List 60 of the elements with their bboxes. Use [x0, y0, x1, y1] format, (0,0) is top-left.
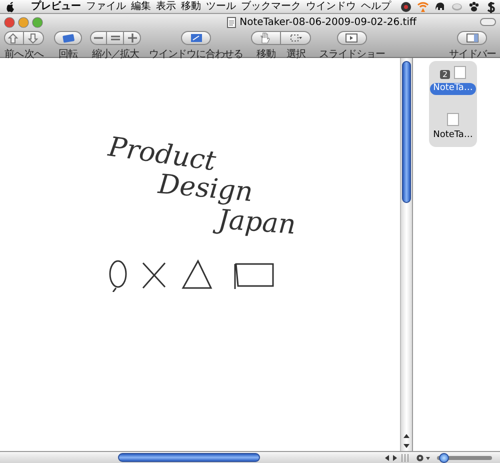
fit-window-icon [190, 32, 202, 44]
menu-item[interactable]: ウインドウ [306, 0, 356, 13]
toolbar-label: サイドバー [448, 49, 496, 60]
minimize-button[interactable] [18, 16, 29, 28]
menu-item[interactable]: ファイル [86, 0, 126, 13]
menu-item[interactable]: 編集 [131, 0, 151, 13]
record-icon[interactable] [400, 0, 412, 12]
apple-menu-icon[interactable] [5, 0, 15, 12]
close-button[interactable] [4, 16, 15, 28]
toolbar-label: 縮小／拡大 [92, 49, 139, 60]
zoom-button[interactable] [124, 31, 141, 45]
handwritten-text: Design [156, 168, 254, 208]
slideshow-icon [345, 32, 358, 44]
toolbar-button[interactable] [457, 31, 488, 45]
window-title: NoteTaker-08-06-2009-09-02-26.tiff [240, 16, 416, 28]
menu-item[interactable]: 移動 [181, 0, 201, 13]
menu-item[interactable]: ヘルプ [361, 0, 391, 13]
thumbnail-label[interactable]: NoteTa… [430, 130, 476, 142]
zoom-button[interactable] [107, 31, 124, 45]
scroll-right-icon[interactable] [391, 452, 399, 462]
toolbar-button[interactable] [181, 31, 211, 45]
scroll-thumb[interactable] [118, 453, 260, 462]
toolbar-button[interactable] [336, 31, 367, 45]
toolbar-label: 次へ [24, 49, 44, 60]
rotate-icon [62, 32, 74, 44]
menu-item[interactable]: プレビュー [31, 0, 81, 13]
menu-item[interactable]: ブックマーク [241, 0, 301, 13]
sidebar-icon [466, 32, 479, 44]
document-icon [226, 16, 236, 28]
selection-icon [288, 32, 303, 44]
segment-button[interactable] [4, 31, 24, 45]
menu-item[interactable]: ツール [206, 0, 236, 13]
page-count-badge: 2 [440, 70, 450, 79]
segment-button[interactable] [251, 31, 282, 45]
gear-menu-icon[interactable] [415, 452, 431, 462]
scroll-left-icon[interactable] [383, 452, 391, 462]
elephant-icon[interactable] [434, 0, 446, 12]
toolbar-label: 前へ [4, 49, 24, 60]
plus-icon [126, 32, 138, 44]
page-thumbnail[interactable] [454, 66, 466, 79]
dollar-icon[interactable] [485, 0, 497, 12]
paw-icon[interactable] [468, 0, 480, 12]
toolbar-label: スライドショー [319, 49, 385, 60]
toolbar-label: 回転 [58, 49, 78, 60]
thumbnail-label[interactable]: NoteTa… [430, 83, 476, 95]
segment-button[interactable] [281, 31, 312, 45]
wifi-icon[interactable] [417, 0, 429, 12]
menu-item[interactable]: 表示 [156, 0, 176, 13]
zoom-slider-thumb[interactable] [439, 452, 450, 462]
toolbar-label: 移動 [256, 49, 276, 60]
resize-grip-icon[interactable] [401, 452, 409, 462]
toolbar-label: 選択 [286, 49, 306, 60]
page-thumbnail[interactable] [447, 112, 459, 126]
zoom-button[interactable] [32, 16, 43, 28]
toolbar-toggle-button[interactable] [480, 18, 496, 26]
scroll-thumb[interactable] [402, 61, 411, 203]
toolbar-label: ウインドウに合わせる [149, 49, 244, 60]
toolbar-button[interactable] [54, 31, 82, 45]
segment-button[interactable] [24, 31, 44, 45]
zoom-button[interactable] [90, 31, 107, 45]
